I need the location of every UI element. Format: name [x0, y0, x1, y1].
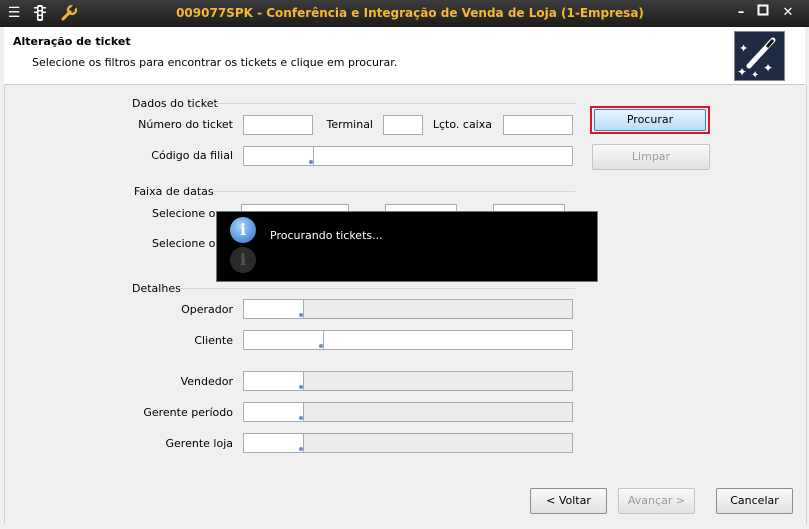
divider — [210, 191, 575, 192]
svg-text:✦: ✦ — [737, 65, 747, 79]
procurar-button[interactable]: Procurar — [594, 109, 706, 131]
searching-popup: i i Procurando tickets... — [216, 211, 598, 282]
magic-wand-icon: ✦ ✦ ✦ ✦ — [734, 31, 785, 81]
svg-text:✦: ✦ — [739, 42, 748, 55]
lookup-icon[interactable] — [299, 416, 303, 420]
info-icon: i — [230, 217, 256, 243]
wizard-header: Alteração de ticket Selecione os filtros… — [4, 27, 805, 85]
vendedor-lookup[interactable] — [243, 371, 573, 391]
terminal-label: Terminal — [326, 118, 374, 131]
lookup-icon[interactable] — [319, 344, 323, 348]
close-icon[interactable]: ✕ — [778, 4, 798, 22]
title-bar: ☰ 009077SPK - Conferência e Integração d… — [0, 0, 809, 27]
codigo-filial-lookup[interactable] — [243, 146, 573, 166]
numero-ticket-input[interactable] — [243, 115, 313, 135]
lookup-icon[interactable] — [299, 447, 303, 451]
group-detalhes: Detalhes — [132, 282, 181, 295]
maximize-icon[interactable] — [753, 4, 773, 22]
info-icon-reflection: i — [230, 247, 256, 273]
cliente-lookup[interactable] — [243, 330, 573, 350]
svg-text:✦: ✦ — [763, 61, 773, 75]
divider — [213, 103, 577, 104]
tools-icon[interactable] — [60, 4, 78, 22]
cancelar-button[interactable]: Cancelar — [716, 488, 793, 514]
voltar-button[interactable]: < Voltar — [530, 488, 607, 514]
vendedor-label: Vendedor — [180, 375, 233, 388]
group-faixa-datas: Faixa de datas — [134, 185, 214, 198]
divider — [180, 288, 575, 289]
menu-icon[interactable]: ☰ — [5, 4, 23, 22]
page-title: Alteração de ticket — [13, 35, 131, 48]
codigo-filial-label: Código da filial — [151, 149, 233, 162]
lookup-icon[interactable] — [309, 160, 313, 164]
lookup-icon[interactable] — [299, 385, 303, 389]
traffic-light-icon[interactable] — [31, 4, 49, 22]
page-subtitle: Selecione os filtros para encontrar os t… — [32, 56, 398, 69]
cliente-label: Cliente — [194, 334, 233, 347]
operador-label: Operador — [181, 303, 233, 316]
operador-lookup[interactable] — [243, 299, 573, 319]
group-dados-ticket: Dados do ticket — [132, 97, 218, 110]
minimize-icon[interactable]: – — [731, 4, 751, 22]
terminal-input[interactable] — [383, 115, 423, 135]
limpar-button[interactable]: Limpar — [592, 144, 710, 170]
lcto-caixa-input[interactable] — [503, 115, 573, 135]
lookup-icon[interactable] — [299, 313, 303, 317]
popup-message: Procurando tickets... — [270, 229, 383, 242]
svg-text:✦: ✦ — [751, 70, 759, 80]
window-title: 009077SPK - Conferência e Integração de … — [176, 6, 644, 20]
gerente-periodo-label: Gerente período — [143, 406, 233, 419]
gerente-loja-lookup[interactable] — [243, 433, 573, 453]
gerente-loja-label: Gerente loja — [165, 437, 233, 450]
lcto-caixa-label: Lçto. caixa — [432, 118, 492, 131]
avancar-button[interactable]: Avançar > — [618, 488, 695, 514]
numero-ticket-label: Número do ticket — [138, 118, 233, 131]
gerente-periodo-lookup[interactable] — [243, 402, 573, 422]
